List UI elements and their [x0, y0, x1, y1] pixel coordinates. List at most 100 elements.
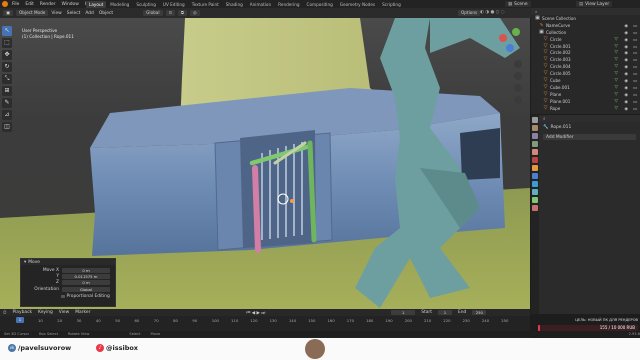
- editor-type-button[interactable]: ▣: [3, 10, 13, 16]
- view-menu[interactable]: View: [51, 11, 61, 16]
- outliner-item[interactable]: ▽ Cube.001 ▽ ◉ ▭: [531, 84, 640, 91]
- camera-icon[interactable]: ▭: [633, 30, 637, 35]
- workspace-tab-rendering[interactable]: Rendering: [275, 1, 302, 8]
- add-modifier-dropdown[interactable]: Add Modifier: [543, 134, 636, 140]
- pivot-icon[interactable]: ⊙: [165, 10, 176, 16]
- render-tab-icon[interactable]: [532, 125, 538, 131]
- eye-icon[interactable]: ◉: [624, 30, 628, 35]
- overlay-icons[interactable]: ◐ ◑ ● ○ ◌: [480, 10, 505, 15]
- blender-logo-icon[interactable]: [2, 1, 8, 7]
- orientation-select[interactable]: Global: [62, 287, 110, 292]
- current-frame-field[interactable]: 1: [391, 310, 416, 315]
- outliner-item[interactable]: ▽ Circle.003 ▽ ◉ ▭: [531, 56, 640, 63]
- outliner-item[interactable]: ∿ NameCurve ◉ ▭: [531, 22, 640, 29]
- eye-icon[interactable]: ◉: [624, 50, 628, 55]
- eye-icon[interactable]: ◉: [624, 99, 628, 104]
- camera-icon[interactable]: ▭: [633, 37, 637, 42]
- workspace-tab-uv-editing[interactable]: UV Editing: [160, 1, 188, 8]
- end-frame-field[interactable]: 250: [472, 310, 487, 315]
- eye-icon[interactable]: ◉: [624, 23, 628, 28]
- playback-menu[interactable]: Playback: [12, 310, 32, 315]
- outliner-item[interactable]: ▽ Cube ▽ ◉ ▭: [531, 77, 640, 84]
- outliner-item[interactable]: ▽ Circle.001 ▽ ◉ ▭: [531, 43, 640, 50]
- move-y-field[interactable]: 0.011575 m: [62, 274, 110, 279]
- tool-tab-icon[interactable]: [532, 117, 538, 123]
- playhead[interactable]: 1: [16, 317, 24, 323]
- measure-icon[interactable]: ⊿: [2, 110, 12, 120]
- workspace-tab-shading[interactable]: Shading: [223, 1, 246, 8]
- eye-icon[interactable]: ◉: [624, 64, 628, 69]
- add-cube-icon[interactable]: ◫: [2, 122, 12, 132]
- camera-icon[interactable]: ▭: [633, 23, 637, 28]
- eye-icon[interactable]: ◉: [624, 37, 628, 42]
- outliner-item[interactable]: ▽ Plane ▽ ◉ ▭: [531, 91, 640, 98]
- object-tab-icon[interactable]: [532, 165, 538, 171]
- workspace-tab-modeling[interactable]: Modeling: [107, 1, 132, 8]
- eye-icon[interactable]: ◉: [624, 85, 628, 90]
- camera-icon[interactable]: ▭: [633, 44, 637, 49]
- cursor-icon[interactable]: ↖: [2, 26, 12, 36]
- annotate-icon[interactable]: ✎: [2, 98, 12, 108]
- timeline-editor-icon[interactable]: ⏱: [3, 310, 6, 316]
- scene-selector[interactable]: ▦ Scene: [505, 1, 531, 7]
- snap-icon[interactable]: ⧉: [178, 10, 188, 16]
- collapse-icon[interactable]: ▾: [24, 260, 26, 265]
- data-tab-icon[interactable]: [532, 197, 538, 203]
- eye-icon[interactable]: ◉: [624, 78, 628, 83]
- menu-render[interactable]: Render: [40, 2, 56, 7]
- add-menu[interactable]: Add: [85, 11, 94, 16]
- camera-icon[interactable]: ▭: [633, 85, 637, 90]
- outliner-item[interactable]: ▽ Rope ▽ ◉ ▭: [531, 105, 640, 112]
- modifier-tab-icon[interactable]: [532, 173, 538, 179]
- scale-icon[interactable]: ⤡: [2, 74, 12, 84]
- world-tab-icon[interactable]: [532, 157, 538, 163]
- workspace-tab-animation[interactable]: Animation: [247, 1, 274, 8]
- start-frame-field[interactable]: 1: [437, 310, 452, 315]
- scene-collection-row[interactable]: ▣ Scene Collection: [531, 15, 640, 22]
- proportional-checkbox[interactable]: [61, 294, 65, 299]
- workspace-tab-geometry-nodes[interactable]: Geometry Nodes: [337, 1, 378, 8]
- move-x-field[interactable]: 0 m: [62, 268, 110, 273]
- view-layer-tab-icon[interactable]: [532, 141, 538, 147]
- eye-icon[interactable]: ◉: [624, 44, 628, 49]
- camera-icon[interactable]: ▭: [633, 99, 637, 104]
- playback-controls[interactable]: ⏮ ◀ ▶ ⏭: [246, 310, 265, 316]
- camera-icon[interactable]: ▭: [633, 57, 637, 62]
- marker-menu[interactable]: Marker: [75, 310, 90, 315]
- camera-icon[interactable]: ▭: [633, 78, 637, 83]
- outliner-filter-icon[interactable]: ⌕: [535, 8, 537, 15]
- camera-icon[interactable]: ▭: [633, 50, 637, 55]
- eye-icon[interactable]: ◉: [624, 92, 628, 97]
- eye-icon[interactable]: ◉: [624, 106, 628, 111]
- view-menu-timeline[interactable]: View: [59, 310, 69, 315]
- menu-edit[interactable]: Edit: [25, 2, 34, 7]
- keying-menu[interactable]: Keying: [38, 310, 53, 315]
- proportional-icon[interactable]: ◎: [190, 10, 200, 16]
- eye-icon[interactable]: ◉: [624, 57, 628, 62]
- outliner-item[interactable]: ▽ Circle.002 ▽ ◉ ▭: [531, 49, 640, 56]
- options-dropdown[interactable]: Options: [458, 10, 481, 16]
- camera-icon[interactable]: ▭: [633, 71, 637, 76]
- physics-tab-icon[interactable]: [532, 189, 538, 195]
- orientation-dropdown[interactable]: Global: [143, 10, 163, 16]
- eye-icon[interactable]: ◉: [624, 71, 628, 76]
- outliner-item[interactable]: ▽ Circle ▽ ◉ ▭: [531, 36, 640, 43]
- outliner-item[interactable]: ▣ Collection ◉ ▭: [531, 29, 640, 36]
- workspace-tab-layout[interactable]: Layout: [86, 0, 107, 8]
- object-menu[interactable]: Object: [99, 11, 113, 16]
- camera-icon[interactable]: ▭: [633, 92, 637, 97]
- workspace-tab-sculpting[interactable]: Sculpting: [133, 1, 159, 8]
- output-tab-icon[interactable]: [532, 133, 538, 139]
- workspace-tab-compositing[interactable]: Compositing: [304, 1, 336, 8]
- particles-tab-icon[interactable]: [532, 181, 538, 187]
- move-icon[interactable]: ✥: [2, 50, 12, 60]
- transform-icon[interactable]: ⊞: [2, 86, 12, 96]
- view-layer-selector[interactable]: ▤ View Layer: [576, 1, 613, 7]
- outliner-item[interactable]: ▽ Circle.005 ▽ ◉ ▭: [531, 70, 640, 77]
- outliner-item[interactable]: ▽ Plane.001 ▽ ◉ ▭: [531, 98, 640, 105]
- material-tab-icon[interactable]: [532, 205, 538, 211]
- select-menu[interactable]: Select: [67, 11, 81, 16]
- workspace-tab-texture-paint[interactable]: Texture Paint: [189, 1, 222, 8]
- properties-search-icon[interactable]: ⌕: [543, 116, 545, 122]
- outliner-item[interactable]: ▽ Circle.004 ▽ ◉ ▭: [531, 63, 640, 70]
